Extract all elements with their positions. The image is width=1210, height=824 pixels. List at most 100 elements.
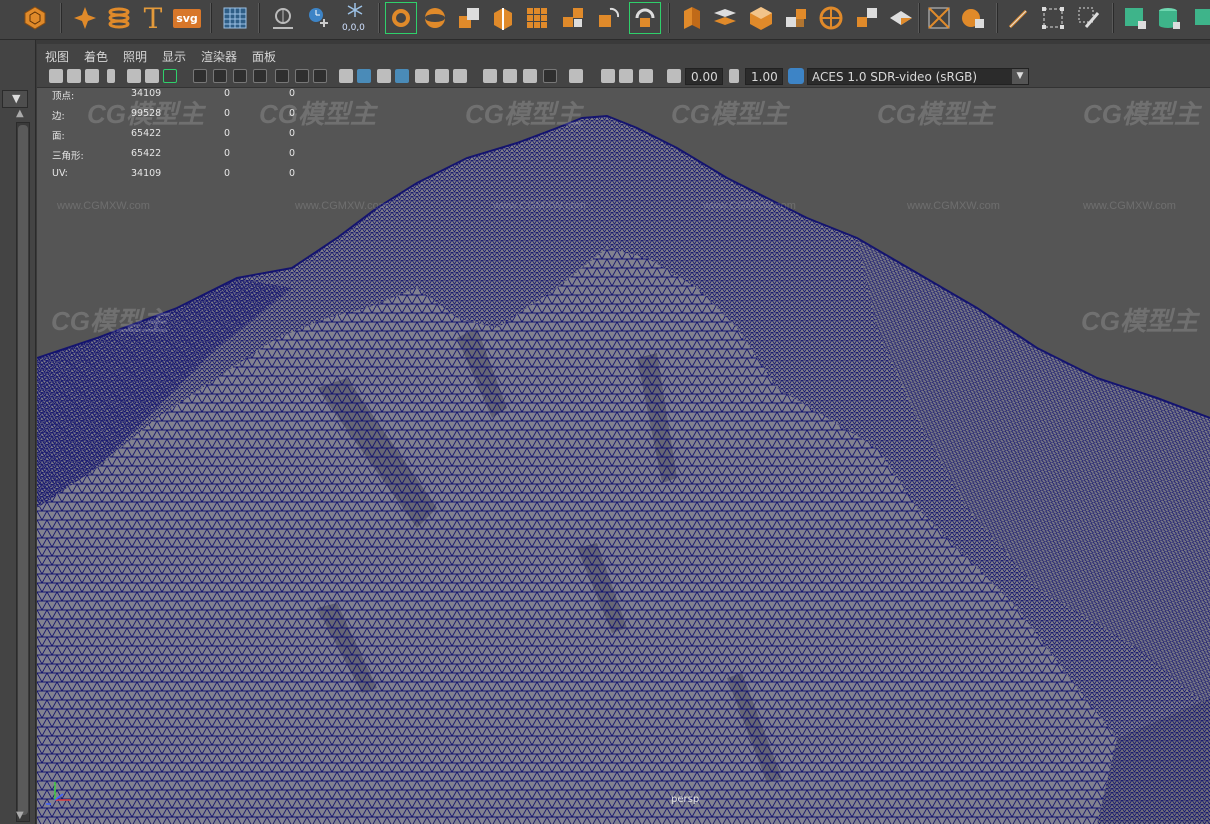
bridge-icon[interactable] bbox=[708, 1, 742, 35]
isolate-select-icon[interactable] bbox=[569, 69, 583, 83]
watermark: CG模型主 bbox=[1081, 306, 1199, 336]
panel-dropdown[interactable]: ▼ bbox=[2, 90, 28, 108]
hud-row-triangles: 三角形: 65422 0 0 bbox=[52, 148, 296, 162]
watermark: CG模型主 bbox=[465, 99, 583, 129]
edit-pen-icon[interactable] bbox=[1072, 1, 1106, 35]
depth-of-field-icon[interactable] bbox=[543, 69, 557, 83]
gamma-field[interactable]: 1.00 bbox=[745, 68, 783, 85]
watermark: CG模型主 bbox=[877, 99, 995, 129]
svg-tool-icon[interactable]: svg bbox=[170, 1, 204, 35]
menu-lighting[interactable]: 照明 bbox=[123, 48, 147, 65]
uv-sphere-icon[interactable] bbox=[956, 1, 990, 35]
polygon-sphere-icon[interactable] bbox=[18, 1, 52, 35]
two-d-pan-icon[interactable] bbox=[127, 69, 141, 83]
flip-icon[interactable] bbox=[884, 1, 918, 35]
watermark-url: www.CGMXW.com bbox=[295, 200, 388, 212]
safe-action-icon[interactable] bbox=[295, 69, 309, 83]
append-icon[interactable] bbox=[780, 1, 814, 35]
gate-mask-icon[interactable] bbox=[253, 69, 267, 83]
text-tool-icon[interactable]: T bbox=[136, 1, 170, 35]
panel-menu-bar: 视图 着色 照明 显示 渲染器 面板 bbox=[37, 44, 1210, 66]
safe-title-icon[interactable] bbox=[313, 69, 327, 83]
menu-shading[interactable]: 着色 bbox=[84, 48, 108, 65]
exposure-icon[interactable] bbox=[667, 69, 681, 83]
scroll-up-icon[interactable]: ▲ bbox=[16, 108, 24, 119]
color-management-icon[interactable] bbox=[788, 68, 804, 84]
reduce-icon[interactable] bbox=[556, 1, 590, 35]
view-axis-gizmo-icon bbox=[46, 782, 71, 805]
watermark: CG模型主 bbox=[51, 306, 169, 336]
camera-attributes-icon[interactable] bbox=[67, 69, 81, 83]
uv-editor-icon[interactable] bbox=[922, 1, 956, 35]
shadows-icon[interactable] bbox=[453, 69, 467, 83]
grease-pencil-active-icon[interactable] bbox=[163, 69, 177, 83]
select-camera-icon[interactable] bbox=[49, 69, 63, 83]
screen-space-ao-icon[interactable] bbox=[483, 69, 497, 83]
xray-active-icon[interactable] bbox=[639, 69, 653, 83]
bevel-icon[interactable] bbox=[744, 1, 778, 35]
coordinate-snap-icon[interactable]: 0,0,0 bbox=[336, 1, 374, 35]
soft-select-icon[interactable] bbox=[384, 1, 418, 35]
extrude-icon[interactable] bbox=[674, 1, 708, 35]
chevron-down-icon: ▼ bbox=[1012, 69, 1028, 84]
scrollbar[interactable] bbox=[16, 122, 30, 822]
sphere-slice-icon[interactable] bbox=[418, 1, 452, 35]
xray-icon[interactable] bbox=[601, 69, 615, 83]
menu-view[interactable]: 视图 bbox=[45, 48, 69, 65]
watermark-url: www.CGMXW.com bbox=[57, 200, 150, 212]
scroll-down-icon[interactable]: ▼ bbox=[16, 810, 24, 821]
anti-aliasing-icon[interactable] bbox=[523, 69, 537, 83]
hud-row-edges: 边: 99528 0 0 bbox=[52, 108, 296, 122]
target-weld-icon[interactable] bbox=[850, 1, 884, 35]
sparkle-icon[interactable] bbox=[68, 1, 102, 35]
smooth-icon[interactable] bbox=[520, 1, 554, 35]
panel-toolbar: 0.00 1.00 ACES 1.0 SDR-video (sRGB) ▼ bbox=[37, 66, 1210, 88]
mesh-display-icon[interactable] bbox=[1118, 1, 1152, 35]
default-material-icon[interactable] bbox=[377, 69, 391, 83]
xray-joints-icon[interactable] bbox=[619, 69, 633, 83]
pen-tool-icon[interactable] bbox=[1002, 1, 1036, 35]
helix-icon[interactable] bbox=[102, 1, 136, 35]
remesh-icon[interactable] bbox=[592, 1, 626, 35]
image-plane-icon[interactable] bbox=[107, 69, 115, 83]
field-chart-icon[interactable] bbox=[275, 69, 289, 83]
measure-icon[interactable] bbox=[266, 1, 300, 35]
bounding-box-icon[interactable] bbox=[1036, 1, 1070, 35]
grid-toggle-icon[interactable] bbox=[193, 69, 207, 83]
chevron-down-icon: ▼ bbox=[12, 92, 21, 105]
scrollbar-thumb[interactable] bbox=[18, 125, 28, 815]
extract-icon[interactable] bbox=[486, 1, 520, 35]
snap-clock-icon[interactable] bbox=[302, 1, 336, 35]
grease-pencil-icon[interactable] bbox=[145, 69, 159, 83]
grid-icon[interactable] bbox=[218, 1, 252, 35]
left-panel-strip: ▼ ▲ ▼ bbox=[0, 40, 36, 824]
multi-cut-icon[interactable] bbox=[814, 1, 848, 35]
color-space-value: ACES 1.0 SDR-video (sRGB) bbox=[812, 70, 978, 84]
gamma-icon[interactable] bbox=[729, 69, 739, 83]
combine-icon[interactable] bbox=[452, 1, 486, 35]
smooth-shade-icon[interactable] bbox=[357, 69, 371, 83]
resolution-gate-icon[interactable] bbox=[233, 69, 247, 83]
hud-row-faces: 面: 65422 0 0 bbox=[52, 128, 296, 142]
menu-show[interactable]: 显示 bbox=[162, 48, 186, 65]
shelf-overflow-icon[interactable] bbox=[1186, 1, 1210, 35]
cylinder-display-icon[interactable] bbox=[1152, 1, 1186, 35]
menu-renderer[interactable]: 渲染器 bbox=[201, 48, 237, 65]
viewport-panel: 视图 着色 照明 显示 渲染器 面板 0.00 1.00 ACES 1.0 SD… bbox=[37, 44, 1210, 824]
textured-icon[interactable] bbox=[415, 69, 429, 83]
bookmark-icon[interactable] bbox=[85, 69, 99, 83]
wireframe-icon[interactable] bbox=[339, 69, 353, 83]
motion-blur-icon[interactable] bbox=[503, 69, 517, 83]
exposure-field[interactable]: 0.00 bbox=[685, 68, 723, 85]
color-space-select[interactable]: ACES 1.0 SDR-video (sRGB) ▼ bbox=[807, 68, 1029, 85]
hud-row-uvs: UV: 34109 0 0 bbox=[52, 168, 296, 179]
shelf-toolbar: T svg 0,0,0 bbox=[0, 0, 1210, 40]
film-gate-icon[interactable] bbox=[213, 69, 227, 83]
terrain-wireframe-mesh[interactable] bbox=[37, 88, 1210, 824]
retopo-icon[interactable] bbox=[628, 1, 662, 35]
perspective-viewport[interactable]: CG模型主 CG模型主 CG模型主 CG模型主 CG模型主 CG模型主 www.… bbox=[37, 88, 1210, 824]
wireframe-on-shaded-icon[interactable] bbox=[395, 69, 409, 83]
lights-icon[interactable] bbox=[435, 69, 449, 83]
menu-panels[interactable]: 面板 bbox=[252, 48, 276, 65]
watermark-url: www.CGMXW.com bbox=[1083, 200, 1176, 212]
